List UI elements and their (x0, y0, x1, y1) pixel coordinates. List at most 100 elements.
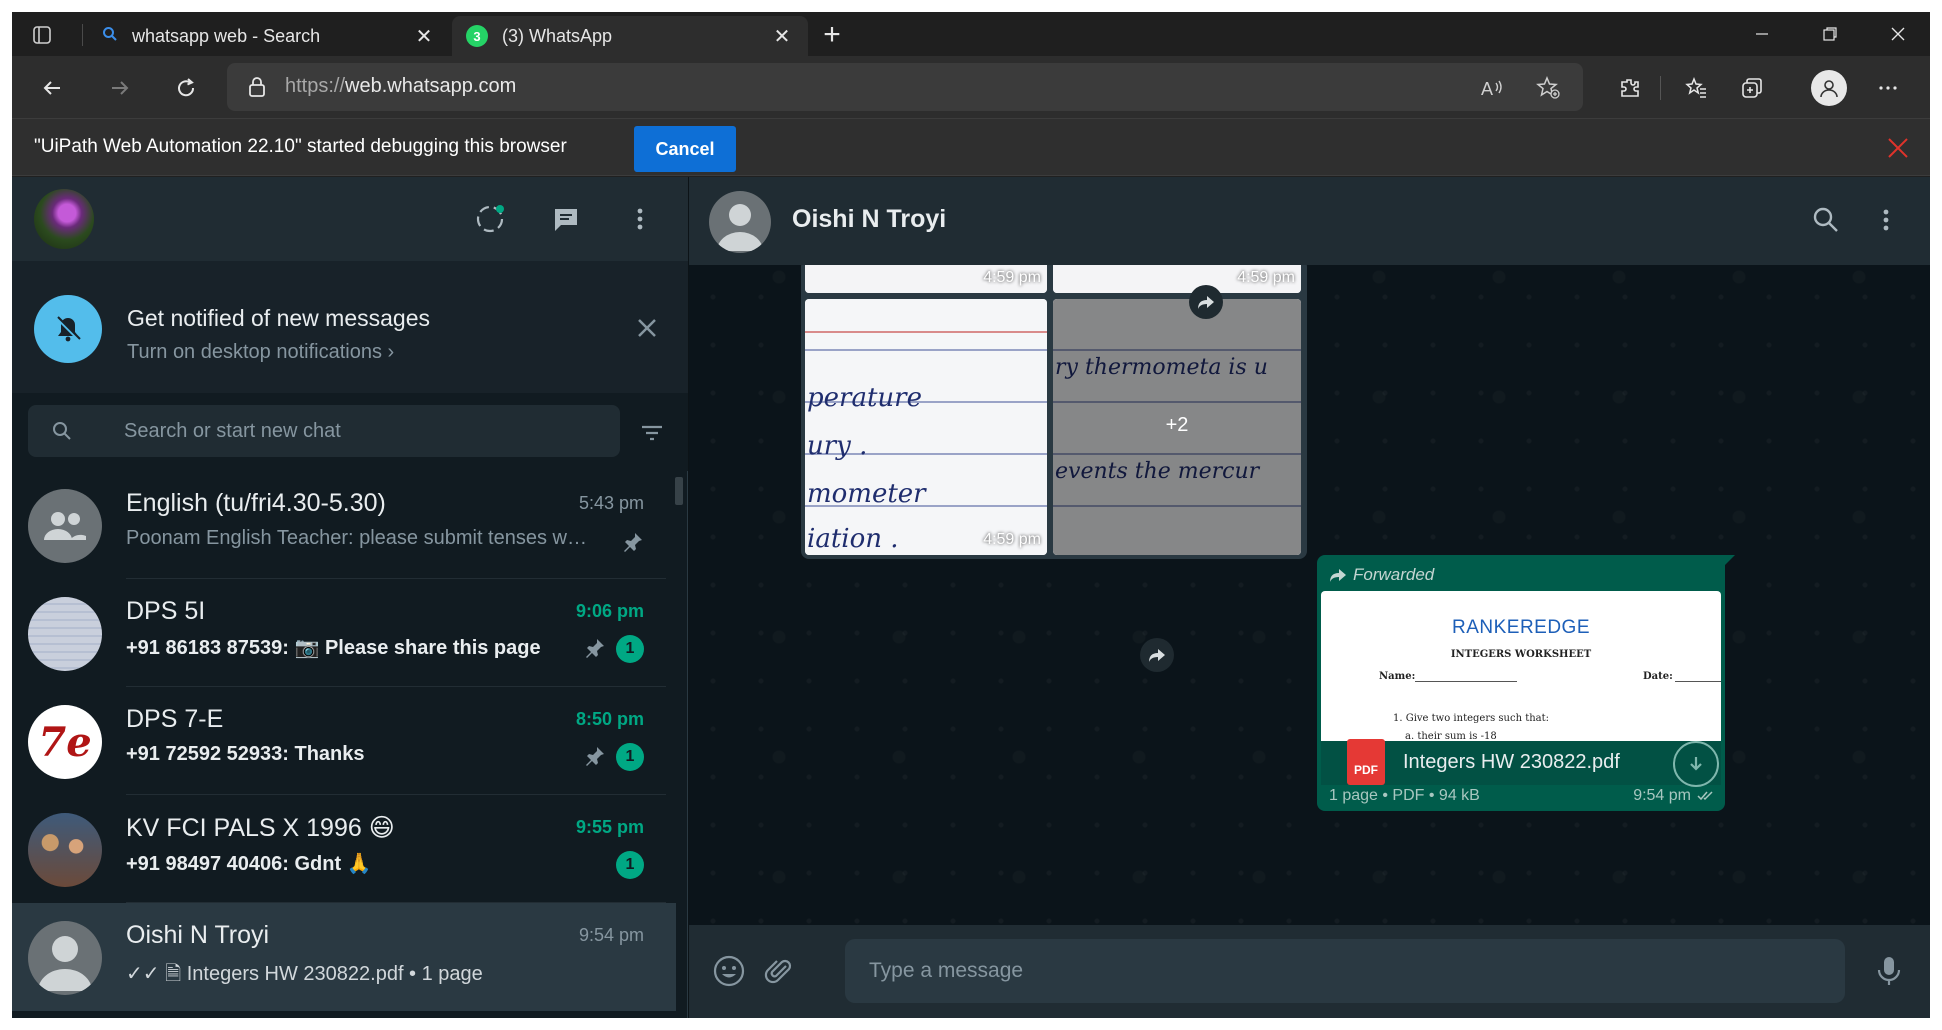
document-brand: RANKEREDGE (1451, 617, 1591, 638)
minimize-button[interactable] (1728, 12, 1796, 56)
url-protocol: https:// (285, 75, 346, 97)
contact-avatar-icon[interactable] (709, 191, 771, 253)
new-tab-button[interactable]: + (812, 18, 852, 51)
tab-separator (82, 24, 83, 46)
my-profile-avatar[interactable] (34, 189, 94, 249)
message-input-box (845, 939, 1845, 1003)
pdf-file-icon: PDF (1347, 739, 1385, 785)
close-notification-icon[interactable] (632, 313, 662, 343)
chat-item-dps-7e[interactable]: 7e DPS 7-E 8:50 pm +91 72592 52933: Than… (12, 687, 676, 795)
chat-name: KV FCI PALS X 1996 😄 (126, 814, 395, 842)
url-text[interactable]: https://web.whatsapp.com (285, 75, 516, 98)
search-box (28, 405, 620, 457)
filter-icon[interactable] (638, 419, 666, 447)
photo-thumbnail[interactable]: 4:59 pm (805, 265, 1047, 293)
search-icon[interactable] (50, 419, 74, 443)
unread-badge: 1 (616, 635, 644, 663)
chat-last-message: +91 98497 40406: Gdnt 🙏 (126, 853, 372, 875)
document-preview[interactable]: RANKEREDGE INTEGERS WORKSHEET Name: Date… (1321, 591, 1721, 741)
browser-window: whatsapp web - Search ✕ 3 (3) WhatsApp ✕… (12, 12, 1930, 1018)
new-chat-icon[interactable] (548, 201, 584, 237)
message-time: 9:54 pm (1633, 787, 1715, 805)
add-favorite-icon[interactable] (1535, 75, 1561, 101)
notification-link[interactable]: Turn on desktop notifications › (127, 341, 394, 364)
forward-icon[interactable] (1189, 285, 1223, 319)
chatlist-scrollbar[interactable] (675, 477, 683, 505)
status-icon[interactable] (472, 201, 508, 237)
close-tab-icon[interactable]: ✕ (770, 24, 794, 48)
address-bar[interactable]: https://web.whatsapp.com A (227, 63, 1583, 111)
refresh-button[interactable] (168, 70, 204, 106)
document-meta: 1 page • PDF • 94 kB (1329, 787, 1480, 804)
lock-icon[interactable] (245, 75, 269, 99)
photo-album-message: 4:59 pm 4:59 pm perature ury . mometer i… (801, 265, 1307, 559)
chat-list: English (tu/fri4.30-5.30) 5:43 pm Poonam… (12, 471, 676, 1018)
search-icon (102, 26, 118, 47)
browser-toolbar: https://web.whatsapp.com A (12, 56, 1930, 118)
chat-last-message: +91 72592 52933: Thanks (126, 743, 365, 765)
contact-name[interactable]: Oishi N Troyi (792, 205, 946, 234)
toolbar-separator (1660, 76, 1661, 100)
search-input[interactable] (124, 415, 604, 447)
document-question: a. their sum is -18 (1405, 731, 1497, 741)
forward-icon[interactable] (1140, 638, 1174, 672)
extensions-icon[interactable] (1612, 70, 1648, 106)
close-tab-icon[interactable]: ✕ (412, 24, 436, 48)
sidebar-header (12, 177, 688, 261)
download-icon[interactable] (1673, 741, 1719, 787)
cancel-debug-button[interactable]: Cancel (634, 126, 736, 172)
close-window-button[interactable] (1864, 12, 1930, 56)
forwarded-text: Forwarded (1353, 565, 1435, 584)
group-photo-avatar (28, 597, 102, 671)
close-infobar-icon[interactable] (1884, 134, 1912, 162)
notification-banner[interactable]: Get notified of new messages Turn on des… (12, 261, 688, 393)
tab-title: (3) WhatsApp (502, 25, 613, 46)
group-logo-avatar: 7e (28, 705, 102, 779)
tab-whatsapp[interactable]: 3 (3) WhatsApp ✕ (452, 16, 808, 56)
profile-avatar[interactable] (1811, 70, 1847, 106)
pin-icon (622, 531, 644, 553)
chat-item-dps-5i[interactable]: DPS 5I 9:06 pm +91 86183 87539: 📷 Please… (12, 579, 676, 687)
search-section (12, 393, 688, 471)
menu-icon[interactable] (622, 201, 658, 237)
restore-button[interactable] (1796, 12, 1864, 56)
document-question: 1. Give two integers such that: (1393, 713, 1550, 724)
conversation-header[interactable]: Oishi N Troyi (689, 177, 1930, 265)
more-menu-icon[interactable] (1870, 70, 1906, 106)
message-input[interactable] (869, 955, 1819, 987)
chat-name: English (tu/fri4.30-5.30) (126, 489, 386, 517)
chat-last-message: ✓✓ 🗎 Integers HW 230822.pdf • 1 page (126, 963, 483, 985)
back-button[interactable] (34, 70, 70, 106)
default-avatar-icon (28, 921, 102, 995)
tab-search[interactable]: whatsapp web - Search ✕ (88, 16, 450, 56)
photo-thumbnail[interactable]: 4:59 pm (1053, 265, 1301, 293)
microphone-icon[interactable] (1869, 951, 1909, 991)
photo-thumbnail[interactable]: perature ury . mometer iation . 4:59 pm (805, 299, 1047, 555)
debug-infobar: "UiPath Web Automation 22.10" started de… (12, 118, 1930, 176)
chat-time: 9:55 pm (575, 817, 644, 837)
forwarded-icon (1330, 569, 1346, 582)
forward-button[interactable] (102, 70, 138, 106)
unread-badge: 1 (616, 743, 644, 771)
photo-more-thumbnail[interactable]: ry thermometa is u events the mercur +2 (1053, 299, 1301, 555)
document-name-field: Name: (1379, 671, 1416, 682)
chat-time: 9:06 pm (575, 601, 644, 621)
favorites-icon[interactable] (1678, 70, 1714, 106)
chat-last-message: +91 86183 87539: 📷 Please share this pag… (126, 637, 541, 659)
search-icon[interactable] (1809, 203, 1843, 237)
menu-icon[interactable] (1869, 203, 1903, 237)
document-heading: INTEGERS WORKSHEET (1450, 649, 1592, 660)
collections-icon[interactable] (1734, 70, 1770, 106)
document-rule (1415, 681, 1517, 682)
emoji-icon[interactable] (709, 951, 749, 991)
chat-item-kv-fci-pals[interactable]: KV FCI PALS X 1996 😄 9:55 pm +91 98497 4… (12, 795, 676, 903)
chat-item-english[interactable]: English (tu/fri4.30-5.30) 5:43 pm Poonam… (12, 471, 676, 579)
chat-item-oishi[interactable]: Oishi N Troyi 9:54 pm ✓✓ 🗎 Integers HW 2… (12, 903, 676, 1011)
chat-name: Oishi N Troyi (126, 921, 270, 949)
tab-actions-icon[interactable] (22, 20, 62, 50)
document-info-bar[interactable]: PDF Integers HW 230822.pdf (1321, 739, 1721, 787)
read-aloud-icon[interactable]: A (1479, 75, 1505, 101)
attach-icon[interactable] (759, 951, 799, 991)
document-message[interactable]: Forwarded RANKEREDGE INTEGERS WORKSHEET … (1317, 555, 1735, 811)
handwriting-line: iation . (807, 524, 899, 554)
